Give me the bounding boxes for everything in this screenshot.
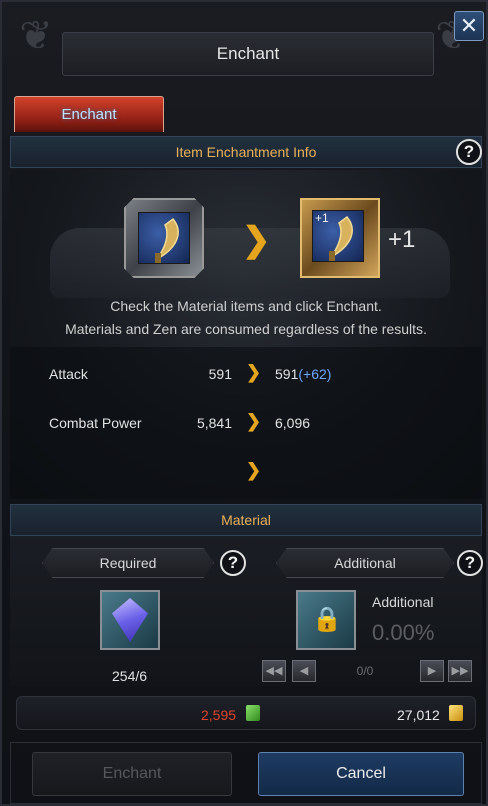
source-item-slot[interactable]	[124, 198, 204, 278]
currency-bar: 2,595 27,012	[16, 696, 476, 730]
gem-icon	[112, 598, 148, 642]
window-title: Enchant	[216, 44, 280, 63]
stat-bonus: (+62)	[298, 366, 332, 382]
stat-label: Attack	[49, 366, 88, 382]
stat-arrow-icon: ❯	[246, 411, 262, 431]
enchant-button[interactable]: Enchant	[32, 752, 232, 796]
lock-icon: 🔒	[312, 606, 342, 633]
result-level-badge: +1	[315, 211, 329, 225]
stat-label: Combat Power	[49, 415, 142, 431]
window-title-bar: Enchant	[62, 32, 434, 76]
stat-current: 591	[208, 366, 232, 382]
gold-coin-icon	[449, 705, 463, 721]
enchant-info-title: Item Enchantment Info	[175, 144, 317, 160]
enchant-arrow-icon: ❯	[242, 221, 271, 259]
warning-text: Materials and Zen are consumed regardles…	[65, 321, 427, 337]
chevron-right-icon: ▶	[427, 665, 437, 677]
close-icon: ✕	[459, 13, 479, 38]
enchant-info-help-icon[interactable]: ?	[456, 139, 482, 165]
green-gem-icon	[246, 705, 260, 721]
required-label-pill: Required	[42, 548, 214, 578]
enchant-info-header: Item Enchantment Info	[10, 136, 482, 168]
material-title: Material	[221, 512, 271, 528]
additional-help-icon[interactable]: ?	[457, 550, 483, 576]
instruction-text: Check the Material items and click Encha…	[110, 298, 382, 314]
double-chevron-right-icon: ▶▶	[451, 665, 469, 677]
result-level-label: +1	[388, 226, 416, 253]
required-count: 254/6	[112, 668, 148, 684]
required-label: Required	[99, 555, 157, 571]
enchant-button-label: Enchant	[102, 765, 162, 782]
result-blade-icon: +1	[312, 210, 364, 262]
stat-next: 6,096	[275, 415, 311, 431]
stat-next-value: 591	[275, 366, 299, 382]
next-page-button[interactable]: ▶	[420, 660, 444, 682]
zen-balance: 27,012	[397, 707, 440, 723]
stat-arrow-icon: ❯	[246, 460, 262, 480]
page-indicator: 0/0	[356, 664, 374, 678]
first-page-button[interactable]: ◀◀	[262, 660, 286, 682]
result-item-slot: +1	[300, 198, 380, 278]
material-header: Material	[10, 504, 482, 536]
tab-enchant-label: Enchant	[61, 106, 117, 123]
prev-page-button[interactable]: ◀	[292, 660, 316, 682]
additional-material-slot[interactable]: 🔒	[296, 590, 356, 650]
cancel-button[interactable]: Cancel	[258, 752, 464, 796]
stat-next: 591(+62)	[275, 366, 331, 382]
stat-arrow-icon: ❯	[246, 362, 262, 382]
additional-rate: 0.00%	[372, 620, 435, 645]
required-material-slot[interactable]	[100, 590, 160, 650]
cancel-button-label: Cancel	[336, 765, 386, 782]
blade-icon	[138, 212, 190, 264]
enchant-window: ❦ ❦ Enchant ✕ Enchant Item Enchantment I…	[0, 0, 488, 806]
tab-enchant[interactable]: Enchant	[14, 96, 164, 132]
close-button[interactable]: ✕	[454, 11, 484, 41]
chevron-left-icon: ◀	[299, 665, 309, 677]
stat-current: 5,841	[196, 415, 232, 431]
additional-label: Additional	[334, 555, 396, 571]
ornament-top-left: ❦	[19, 14, 53, 58]
additional-label-pill: Additional	[276, 548, 454, 578]
gem-balance: 2,595	[201, 707, 237, 723]
last-page-button[interactable]: ▶▶	[448, 660, 472, 682]
double-chevron-left-icon: ◀◀	[265, 665, 283, 677]
required-help-icon[interactable]: ?	[220, 550, 246, 576]
additional-slot-label: Additional	[372, 594, 434, 610]
